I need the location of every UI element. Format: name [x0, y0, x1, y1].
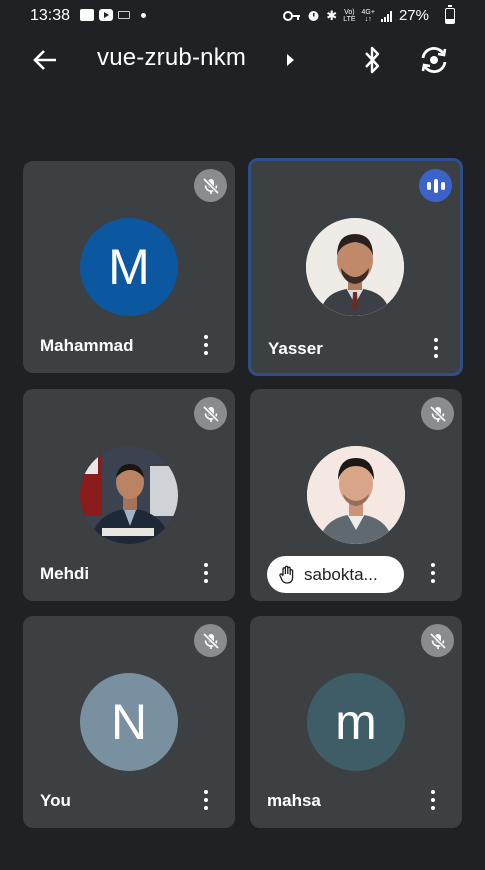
participant-tile-mahammad[interactable]: M Mahammad — [23, 161, 235, 373]
participant-name: You — [40, 791, 71, 810]
key-icon — [283, 10, 301, 21]
bluetooth-icon: ✱ — [326, 7, 338, 23]
more-options-icon[interactable] — [426, 788, 440, 812]
caret-right-icon[interactable] — [287, 54, 294, 66]
network-gen-top: 4G+ — [361, 8, 375, 16]
avatar: N — [80, 673, 178, 771]
avatar-photo — [80, 446, 178, 544]
more-options-icon[interactable] — [426, 561, 440, 585]
bluetooth-icon[interactable] — [358, 44, 386, 76]
more-options-icon[interactable] — [199, 333, 213, 357]
volte-indicator: Vo) LTE — [343, 9, 355, 23]
network-gen-bottom: ↓↑ — [364, 15, 372, 23]
avatar: M — [80, 218, 178, 316]
participant-name: sabokta... — [304, 564, 378, 584]
participant-tile-you[interactable]: N You — [23, 616, 235, 828]
mic-off-icon — [194, 169, 227, 202]
volte-top: Vo) — [344, 8, 355, 16]
avatar — [306, 218, 404, 316]
gallery-icon — [80, 9, 94, 21]
avatar — [307, 446, 405, 544]
network-gen-indicator: 4G+ ↓↑ — [362, 9, 375, 23]
status-bar: 13:38 ✱ Vo) LTE 4G+ ↓↑ 27% — [0, 0, 485, 32]
youtube-icon — [99, 9, 113, 21]
participant-name: mahsa — [267, 791, 321, 810]
meeting-title[interactable]: vue-zrub-nkm — [97, 44, 246, 72]
more-options-icon[interactable] — [429, 336, 443, 360]
battery-percent: 27% — [398, 7, 429, 24]
more-options-icon[interactable] — [199, 561, 213, 585]
battery-fill — [446, 19, 454, 23]
hand-raised-icon — [279, 565, 294, 584]
signal-icon — [380, 10, 392, 22]
avatar: m — [307, 673, 405, 771]
mic-off-icon — [421, 624, 454, 657]
avatar — [80, 446, 178, 544]
dot-icon — [141, 12, 146, 18]
status-time: 13:38 — [30, 7, 71, 24]
app-icon — [118, 11, 130, 19]
battery-icon — [445, 5, 455, 24]
hand-raised-chip: sabokta... — [267, 556, 404, 593]
back-arrow-icon[interactable] — [30, 46, 60, 74]
alarm-icon — [308, 11, 319, 21]
participant-name: Mehdi — [40, 564, 90, 583]
avatar-photo — [306, 218, 404, 316]
more-options-icon[interactable] — [199, 788, 213, 812]
participant-tile-mahsa[interactable]: m mahsa — [250, 616, 462, 828]
speaking-indicator-icon — [419, 169, 452, 202]
mic-off-icon — [194, 397, 227, 430]
mic-off-icon — [421, 397, 454, 430]
participant-tile-sabokta[interactable]: sabokta... — [250, 389, 462, 601]
switch-camera-icon[interactable] — [417, 44, 451, 76]
meeting-header: vue-zrub-nkm — [0, 38, 485, 82]
participant-tile-yasser[interactable]: Yasser — [248, 158, 463, 376]
participant-name: Mahammad — [40, 336, 134, 355]
participant-tile-mehdi[interactable]: Mehdi — [23, 389, 235, 601]
mic-off-icon — [194, 624, 227, 657]
participant-name: Yasser — [268, 339, 323, 358]
avatar-photo — [307, 446, 405, 544]
volte-bottom: LTE — [343, 15, 356, 23]
